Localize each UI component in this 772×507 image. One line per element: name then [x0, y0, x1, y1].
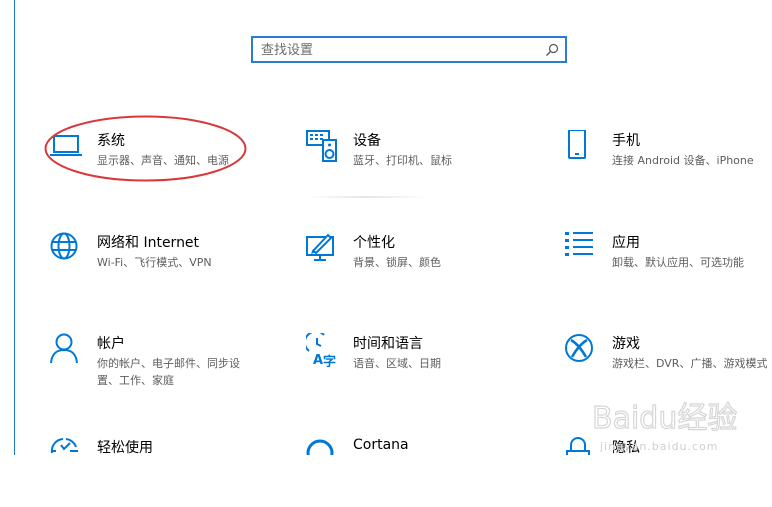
tile-description: Wi-Fi、飞行模式、VPN [97, 256, 212, 269]
tile-phone[interactable]: 手机 连接 Android 设备、iPhone [565, 130, 772, 200]
tile-title: 应用 [612, 235, 640, 251]
xbox-icon [565, 333, 599, 367]
keyboard-speaker-icon [306, 130, 340, 164]
search-icon[interactable] [545, 43, 559, 57]
tile-title: 轻松使用 [97, 440, 153, 456]
tile-description: 你的帐户、电子邮件、同步设置、工作、家庭 [97, 357, 240, 387]
svg-text:Baidu经验: Baidu经验 [592, 401, 737, 436]
tile-title: 手机 [612, 133, 640, 149]
search-box[interactable] [251, 36, 567, 63]
tile-description: 背景、锁屏、颜色 [353, 256, 441, 269]
tile-title: 帐户 [97, 336, 125, 352]
paint-monitor-icon [306, 232, 340, 266]
globe-icon [50, 232, 84, 266]
svg-text:字: 字 [323, 354, 336, 367]
apps-list-icon [565, 232, 599, 266]
tile-time-language[interactable]: A字 时间和语言 语音、区域、日期 [306, 333, 536, 403]
tile-description: 连接 Android 设备、iPhone [612, 154, 754, 167]
svg-text:A: A [313, 353, 323, 367]
search-input[interactable] [261, 41, 531, 59]
tile-description: 卸载、默认应用、可选功能 [612, 256, 744, 269]
tile-title: 时间和语言 [353, 336, 423, 352]
tile-title: 网络和 Internet [97, 235, 200, 251]
tile-description: 语音、区域、日期 [353, 357, 441, 370]
time-language-icon: A字 [306, 333, 340, 367]
tile-title: 个性化 [353, 235, 395, 251]
tile-description: 蓝牙、打印机、鼠标 [353, 154, 452, 167]
left-border [14, 0, 15, 455]
tile-title: 设备 [353, 133, 381, 149]
phone-icon [565, 130, 599, 164]
tile-title: 游戏 [612, 336, 640, 352]
tile-description: 游戏栏、DVR、广播、游戏模式 [612, 357, 768, 370]
watermark-url: jingyan.baidu.com [600, 440, 719, 453]
tile-title: Cortana [353, 437, 409, 453]
tile-apps[interactable]: 应用 卸载、默认应用、可选功能 [565, 232, 772, 302]
divider [305, 196, 429, 198]
tile-devices[interactable]: 设备 蓝牙、打印机、鼠标 [306, 130, 536, 200]
person-icon [50, 333, 84, 367]
tile-network[interactable]: 网络和 Internet Wi-Fi、飞行模式、VPN [50, 232, 280, 302]
tile-accounts[interactable]: 帐户 你的帐户、电子邮件、同步设置、工作、家庭 [50, 333, 280, 403]
tile-personalization[interactable]: 个性化 背景、锁屏、颜色 [306, 232, 536, 302]
annotation-ellipse [44, 115, 247, 182]
